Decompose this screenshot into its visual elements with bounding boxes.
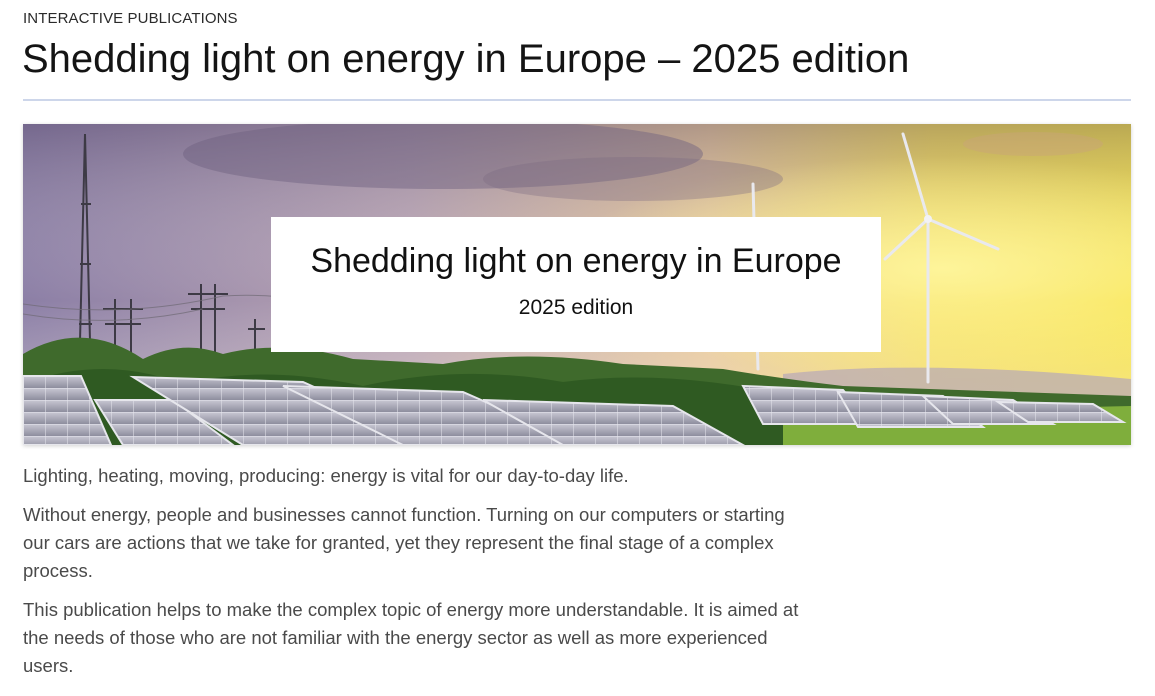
page-title: Shedding light on energy in Europe – 202… bbox=[22, 37, 910, 81]
banner-subtitle: 2025 edition bbox=[518, 296, 634, 319]
banner-title: Shedding light on energy in Europe bbox=[310, 242, 842, 280]
banner-title-card: Shedding light on energy in Europe 2025 … bbox=[271, 217, 881, 352]
intro-paragraph: Lighting, heating, moving, producing: en… bbox=[23, 465, 629, 486]
hero-banner: Shedding light on energy in Europe 2025 … bbox=[23, 124, 1131, 445]
intro-paragraph: This publication helps to make the compl… bbox=[23, 599, 799, 676]
intro-paragraph: Without energy, people and businesses ca… bbox=[23, 504, 785, 581]
intro-text: Lighting, heating, moving, producing: en… bbox=[23, 462, 813, 691]
title-divider bbox=[23, 99, 1131, 101]
section-eyebrow: INTERACTIVE PUBLICATIONS bbox=[23, 10, 238, 27]
